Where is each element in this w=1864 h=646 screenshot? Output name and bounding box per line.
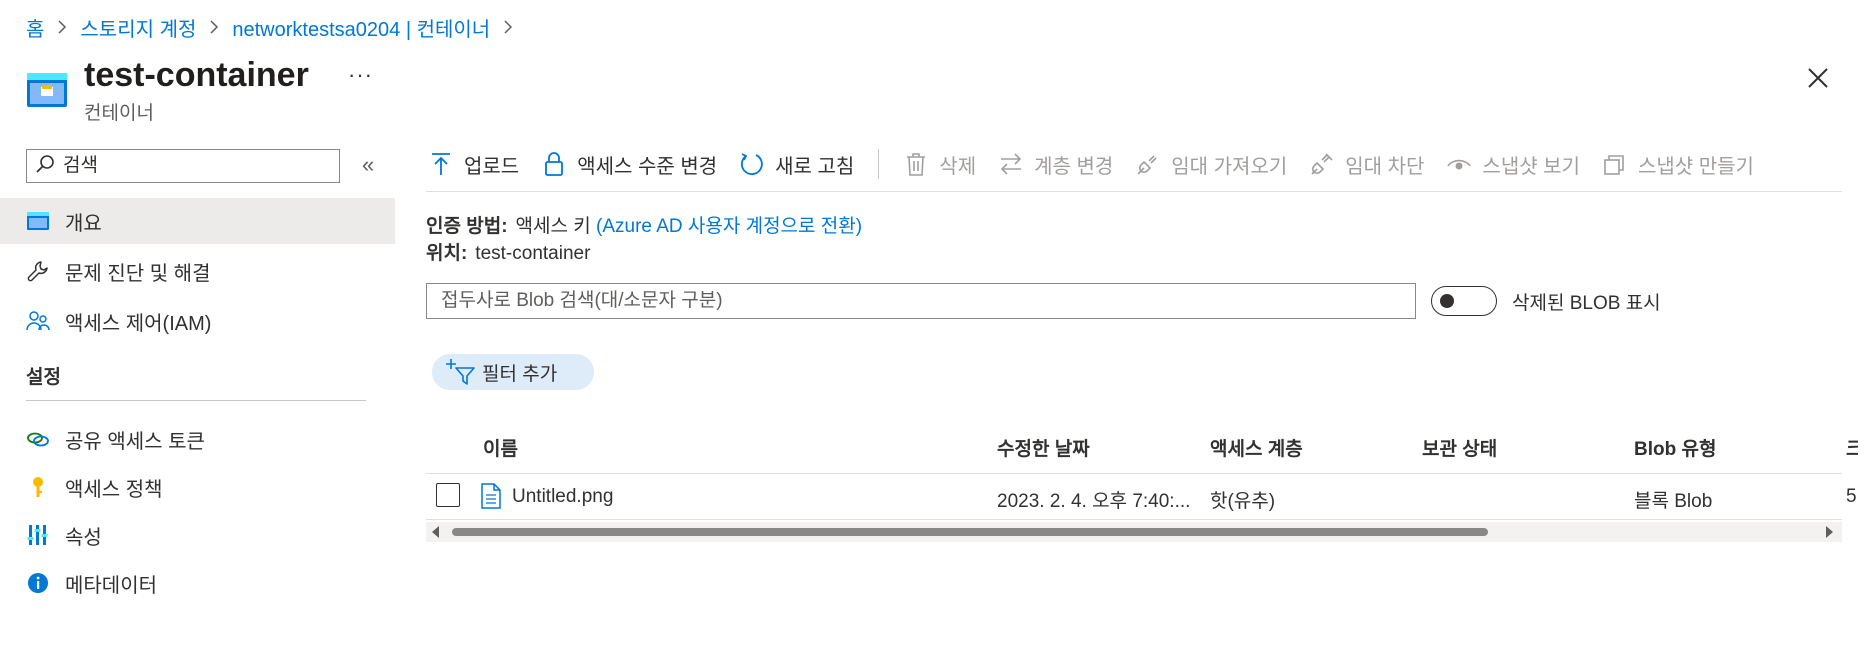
break-lease-button[interactable]: 임대 차단 — [1309, 150, 1424, 179]
chevron-right-icon — [56, 20, 68, 34]
link-icon — [25, 426, 51, 452]
divider — [426, 473, 1842, 474]
blob-size: 5 — [1846, 486, 1857, 507]
nav-item-label: 액세스 제어(IAM) — [65, 312, 212, 335]
column-header-archive-status[interactable]: 보관 상태 — [1422, 434, 1497, 461]
breadcrumb-home[interactable]: 홈 — [26, 13, 44, 42]
nav-item-label: 속성 — [65, 526, 102, 549]
change-tier-button[interactable]: 계층 변경 — [998, 150, 1113, 179]
column-header-size[interactable]: 크 — [1846, 434, 1858, 461]
scroll-right-icon[interactable] — [1826, 526, 1833, 538]
blob-name-link[interactable]: Untitled.png — [512, 486, 613, 508]
nav-item-label: 문제 진단 및 해결 — [65, 262, 211, 285]
nav-item-overview[interactable]: 개요 — [0, 198, 395, 244]
show-deleted-blobs-label: 삭제된 BLOB 표시 — [1512, 293, 1661, 314]
info-icon — [25, 570, 51, 596]
create-snapshot-button[interactable]: 스냅샷 만들기 — [1602, 150, 1754, 179]
swap-icon — [1000, 153, 1022, 175]
command-bar: 업로드 액세스 수준 변경 새로 고침 삭제 계층 변경 임대 가져오기 임대 … — [428, 144, 1776, 184]
add-filter-icon — [446, 359, 475, 385]
refresh-button[interactable]: 새로 고침 — [739, 150, 854, 179]
divider — [426, 191, 1842, 192]
container-icon — [25, 208, 51, 234]
nav-item-label: 공유 액세스 토큰 — [65, 430, 205, 453]
nav-item-properties[interactable]: 속성 — [0, 512, 395, 558]
blob-type: 블록 Blob — [1634, 491, 1713, 512]
upload-icon — [432, 153, 450, 175]
show-deleted-blobs-toggle[interactable] — [1431, 286, 1497, 316]
nav-item-metadata[interactable]: 메타데이터 — [0, 560, 395, 606]
file-icon — [480, 483, 502, 509]
properties-icon — [25, 522, 51, 548]
nav-search-input[interactable] — [61, 154, 325, 178]
upload-button[interactable]: 업로드 — [428, 150, 519, 179]
people-icon — [25, 308, 51, 334]
column-header-modified[interactable]: 수정한 날짜 — [997, 434, 1090, 461]
nav-item-iam[interactable]: 액세스 제어(IAM) — [0, 298, 395, 344]
delete-button[interactable]: 삭제 — [903, 150, 976, 179]
wrench-icon — [25, 258, 51, 284]
location: 위치: test-container — [426, 243, 591, 264]
nav-item-label: 액세스 정책 — [65, 478, 163, 501]
search-icon — [35, 154, 55, 179]
more-options-button[interactable]: ··· — [348, 62, 373, 88]
nav-item-access-policy[interactable]: 액세스 정책 — [0, 464, 395, 510]
plug-break-icon — [1311, 153, 1333, 175]
page-title: test-container — [84, 56, 309, 94]
close-icon[interactable] — [1806, 66, 1830, 90]
breadcrumb: 홈 스토리지 계정 networktestsa0204 | 컨테이너 — [26, 12, 526, 42]
row-checkbox[interactable] — [436, 483, 460, 507]
column-header-name[interactable]: 이름 — [483, 434, 518, 461]
switch-to-azure-ad-link[interactable]: (Azure AD 사용자 계정으로 전환) — [596, 216, 862, 237]
nav-item-sas[interactable]: 공유 액세스 토큰 — [0, 416, 395, 462]
scroll-left-icon[interactable] — [432, 526, 439, 538]
breadcrumb-containers[interactable]: networktestsa0204 | 컨테이너 — [232, 13, 490, 42]
toggle-knob — [1440, 294, 1454, 308]
scrollbar-thumb[interactable] — [452, 528, 1488, 536]
nav-item-diagnose[interactable]: 문제 진단 및 해결 — [0, 248, 395, 294]
container-icon — [26, 72, 68, 108]
chevron-right-icon — [502, 20, 514, 34]
settings-section-title: 설정 — [26, 367, 61, 388]
nav-item-label: 개요 — [65, 212, 102, 235]
snapshot-icon — [1604, 155, 1624, 175]
divider — [26, 400, 366, 401]
refresh-icon — [741, 153, 763, 175]
blob-access-tier: 핫(유추) — [1210, 491, 1276, 512]
auth-method: 인증 방법: 액세스 키 (Azure AD 사용자 계정으로 전환) — [426, 216, 863, 237]
view-snapshots-button[interactable]: 스냅샷 보기 — [1446, 150, 1580, 179]
blob-prefix-search — [426, 283, 1416, 319]
column-header-access-tier[interactable]: 액세스 계층 — [1210, 434, 1303, 461]
trash-icon — [907, 153, 926, 176]
collapse-nav-button[interactable]: « — [362, 152, 374, 178]
lock-icon — [545, 152, 564, 176]
nav-item-label: 메타데이터 — [65, 574, 157, 597]
nav-search — [26, 149, 340, 183]
key-icon — [25, 474, 51, 500]
add-filter-button[interactable]: 필터 추가 — [432, 354, 594, 390]
breadcrumb-storage-accounts[interactable]: 스토리지 계정 — [80, 13, 196, 42]
blob-prefix-search-input[interactable] — [439, 289, 1403, 313]
blob-modified: 2023. 2. 4. 오후 7:40:... — [997, 491, 1191, 512]
chevron-right-icon — [208, 20, 220, 34]
plug-icon — [1137, 155, 1157, 175]
eye-icon — [1447, 159, 1472, 170]
page-subtitle: 컨테이너 — [84, 103, 154, 124]
divider — [426, 519, 1842, 520]
change-access-level-button[interactable]: 액세스 수준 변경 — [541, 150, 717, 179]
toolbar-divider — [878, 149, 880, 179]
acquire-lease-button[interactable]: 임대 가져오기 — [1135, 150, 1287, 179]
column-header-blob-type[interactable]: Blob 유형 — [1634, 434, 1716, 461]
